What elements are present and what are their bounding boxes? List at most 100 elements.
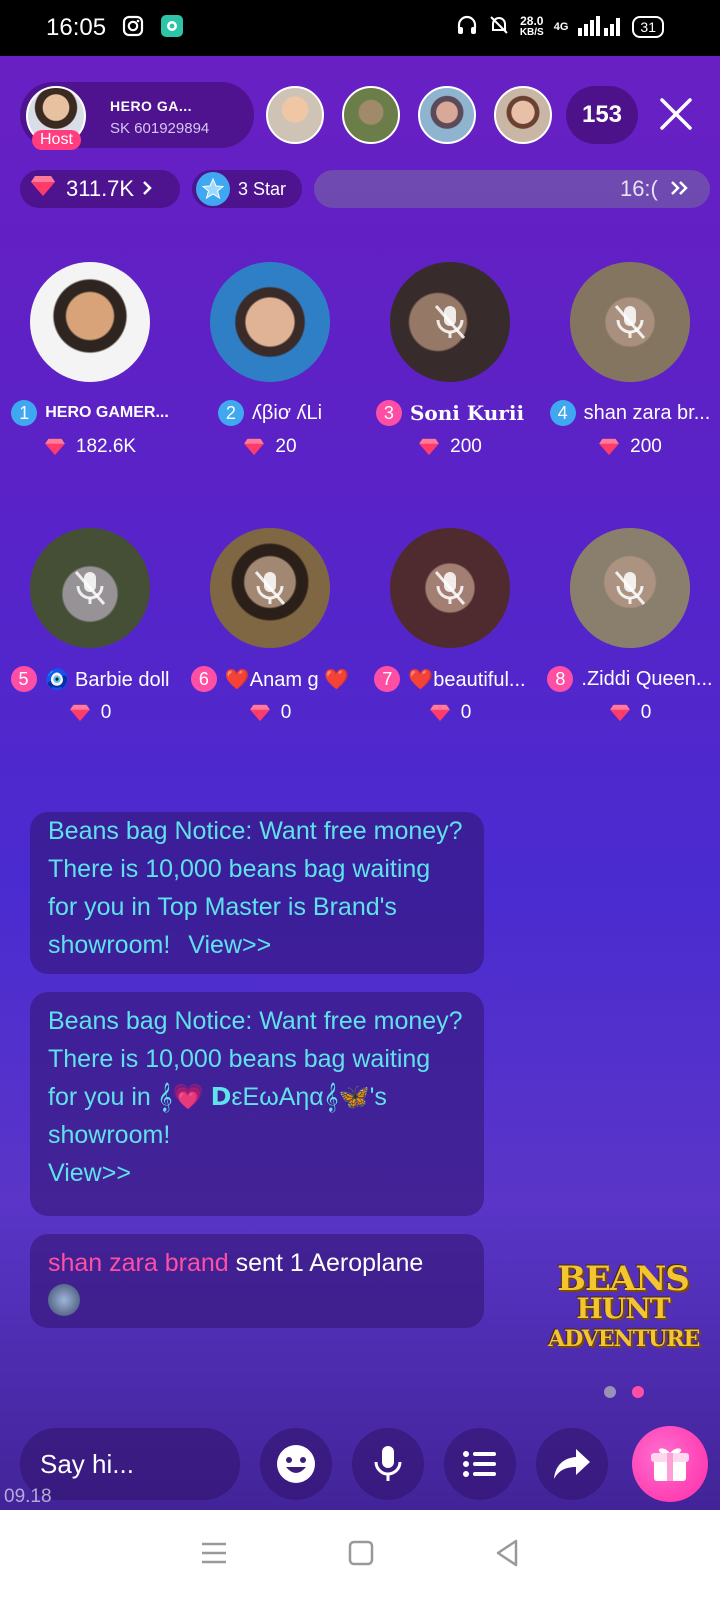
viewer-avatar[interactable] xyxy=(418,86,476,144)
seat-gems: 200 xyxy=(540,436,720,458)
seat-number: 7 xyxy=(374,666,401,692)
seat-number: 4 xyxy=(549,400,576,426)
mic-seat[interactable]: 6 ❤️Anam g ❤️ 0 xyxy=(180,528,360,724)
viewer-avatar[interactable] xyxy=(342,86,400,144)
seat-name: ʎβiơ ʎLi xyxy=(251,401,323,424)
mic-seat[interactable]: 7 ❤️beautiful... 0 xyxy=(360,528,540,724)
room-gems-pill[interactable]: 311.7K xyxy=(20,170,180,208)
star-level-label: 3 Star xyxy=(238,178,287,199)
room-progress-bar[interactable]: 16:( xyxy=(314,170,710,208)
version-text: 09.18 xyxy=(4,1486,52,1507)
seat-name: 🧿 Barbie doll xyxy=(44,668,170,691)
seat-name-row: 2 ʎβiơ ʎLi xyxy=(180,400,360,426)
status-time: 16:05 xyxy=(46,14,107,41)
live-room-screen: 16:05 28.0 KB/S 4G 31 Host HERO GA... SK… xyxy=(0,0,720,1600)
seat-avatar xyxy=(210,262,330,382)
viewer-avatar[interactable] xyxy=(266,86,324,144)
seat-avatar xyxy=(390,528,510,648)
seat-avatar xyxy=(390,262,510,382)
menu-list-icon xyxy=(463,1451,496,1477)
seat-name-row: 3 Soni Kurii xyxy=(360,400,540,426)
seat-number: 5 xyxy=(10,666,37,692)
seat-gems-value: 200 xyxy=(630,436,662,457)
network-speed: 28.0 KB/S xyxy=(520,15,544,39)
seat-name: ❤️Anam g ❤️ xyxy=(224,668,350,691)
chat-view-link[interactable]: View>> xyxy=(48,1159,131,1187)
seat-name-row: 1 HERO GAMER... xyxy=(0,400,180,426)
share-button[interactable] xyxy=(536,1428,608,1500)
seat-number: 2 xyxy=(217,400,244,426)
seat-avatar xyxy=(210,528,330,648)
seat-gems-value: 200 xyxy=(450,436,482,457)
gift-icon xyxy=(651,1448,689,1481)
home-icon[interactable] xyxy=(348,1540,374,1571)
emoji-button[interactable] xyxy=(260,1428,332,1500)
beans-hunt-adventure-banner[interactable]: BEANS HUNT ADVENTURE xyxy=(548,1259,700,1354)
network-speed-unit: KB/S xyxy=(519,26,544,38)
mic-seat[interactable]: 2 ʎβiơ ʎLi 20 xyxy=(180,262,360,458)
status-right-group: 28.0 KB/S 4G 31 xyxy=(456,14,664,39)
chat-notice-message[interactable]: Beans bag Notice: Want free money? There… xyxy=(30,992,484,1216)
chat-gift-message[interactable]: shan zara brand sent 1 Aeroplane xyxy=(30,1234,484,1328)
seat-number: 1 xyxy=(11,400,38,426)
back-icon[interactable] xyxy=(494,1539,520,1572)
viewer-avatar[interactable] xyxy=(494,86,552,144)
battery-icon: 31 xyxy=(632,15,664,38)
status-bar: 16:05 28.0 KB/S 4G 31 xyxy=(0,0,720,56)
seat-name: .Ziddi Queen... xyxy=(581,667,713,690)
chat-gift-user[interactable]: shan zara brand xyxy=(48,1249,229,1277)
seat-gems: 0 xyxy=(540,702,720,724)
chat-view-link[interactable]: View>> xyxy=(188,931,271,959)
gem-icon xyxy=(45,438,65,456)
star-level-pill[interactable]: 3 Star xyxy=(192,170,302,208)
host-name: HERO GA... xyxy=(110,98,193,114)
mic-icon xyxy=(374,1446,402,1481)
system-navigation-bar xyxy=(0,1510,720,1600)
gem-icon xyxy=(429,704,450,722)
seat-gems: 182.6K xyxy=(0,436,180,458)
gem-icon xyxy=(30,175,56,203)
mic-off-icon xyxy=(390,262,510,382)
viewer-count[interactable]: 153 xyxy=(566,86,638,144)
chat-input[interactable] xyxy=(20,1428,240,1500)
double-chevron-icon xyxy=(670,176,690,201)
seat-gems: 0 xyxy=(180,702,360,724)
seat-gems: 0 xyxy=(360,702,540,724)
gem-icon xyxy=(249,704,270,722)
promo-line-3: ADVENTURE xyxy=(548,1326,700,1352)
mic-off-icon xyxy=(390,528,510,648)
seat-gems-value: 182.6K xyxy=(75,436,137,457)
mic-seat[interactable]: 3 Soni Kurii 200 xyxy=(360,262,540,458)
mic-seat[interactable]: 4 shan zara br... 200 xyxy=(540,262,720,458)
gift-button[interactable] xyxy=(632,1426,708,1502)
seat-name-row: 5 🧿 Barbie doll xyxy=(0,666,180,692)
bell-off-icon xyxy=(488,14,510,39)
network-speed-value: 28.0 xyxy=(520,13,544,28)
seat-gems-value: 0 xyxy=(460,702,472,723)
chat-gift-text: sent 1 Aeroplane xyxy=(235,1249,424,1277)
menu-list-button[interactable] xyxy=(444,1428,516,1500)
seat-avatar xyxy=(570,528,690,648)
signal-icon xyxy=(578,14,622,39)
progress-text: 16:( xyxy=(619,176,658,201)
carousel-dot[interactable] xyxy=(604,1386,616,1398)
network-type: 4G xyxy=(553,20,569,33)
host-card[interactable]: Host HERO GA... SK 601929894 xyxy=(20,82,254,150)
mic-seat[interactable]: 5 🧿 Barbie doll 0 xyxy=(0,528,180,724)
mic-seat[interactable]: 8 .Ziddi Queen... 0 xyxy=(540,528,720,724)
close-button[interactable] xyxy=(654,92,698,136)
seat-gems: 0 xyxy=(0,702,180,724)
menu-icon[interactable] xyxy=(200,1541,228,1570)
mic-seat[interactable]: 1 HERO GAMER... 182.6K xyxy=(0,262,180,458)
chat-notice-message[interactable]: Beans bag Notice: Want free money? There… xyxy=(30,812,484,974)
carousel-dot-active[interactable] xyxy=(632,1386,644,1398)
seat-number: 8 xyxy=(547,666,574,692)
gem-icon xyxy=(244,438,265,456)
promo-line-1: BEANS xyxy=(557,1259,690,1299)
mic-button[interactable] xyxy=(352,1428,424,1500)
seat-avatar xyxy=(570,262,690,382)
seat-avatar xyxy=(30,262,150,382)
seat-avatar xyxy=(30,528,150,648)
chevron-right-icon xyxy=(142,176,152,202)
seat-name: Soni Kurii xyxy=(409,401,525,425)
